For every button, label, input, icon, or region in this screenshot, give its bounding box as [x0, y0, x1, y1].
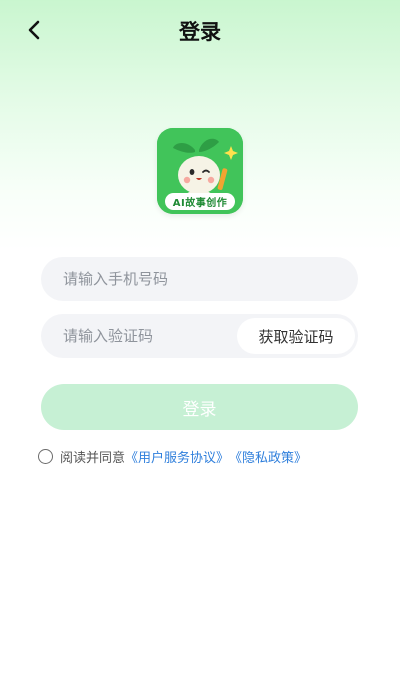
phone-input[interactable]	[41, 269, 265, 289]
agreement-row: 阅读并同意 《用户服务协议》 《隐私政策》	[38, 447, 307, 466]
agreement-radio[interactable]	[38, 449, 53, 464]
phone-field	[41, 257, 358, 301]
agreement-prefix: 阅读并同意	[60, 451, 126, 466]
user-agreement-link[interactable]: 《用户服务协议》	[125, 447, 229, 466]
app-logo: AI故事创作	[157, 128, 243, 214]
logo-label: AI故事创作	[165, 193, 235, 210]
privacy-policy-link[interactable]: 《隐私政策》	[229, 447, 307, 466]
top-bar: 登录	[0, 0, 400, 62]
get-code-button[interactable]: 获取验证码	[237, 318, 355, 354]
page-title: 登录	[179, 20, 221, 44]
verification-code-input[interactable]	[41, 326, 265, 346]
login-button[interactable]: 登录	[41, 384, 358, 430]
code-field: 获取验证码	[41, 314, 358, 358]
